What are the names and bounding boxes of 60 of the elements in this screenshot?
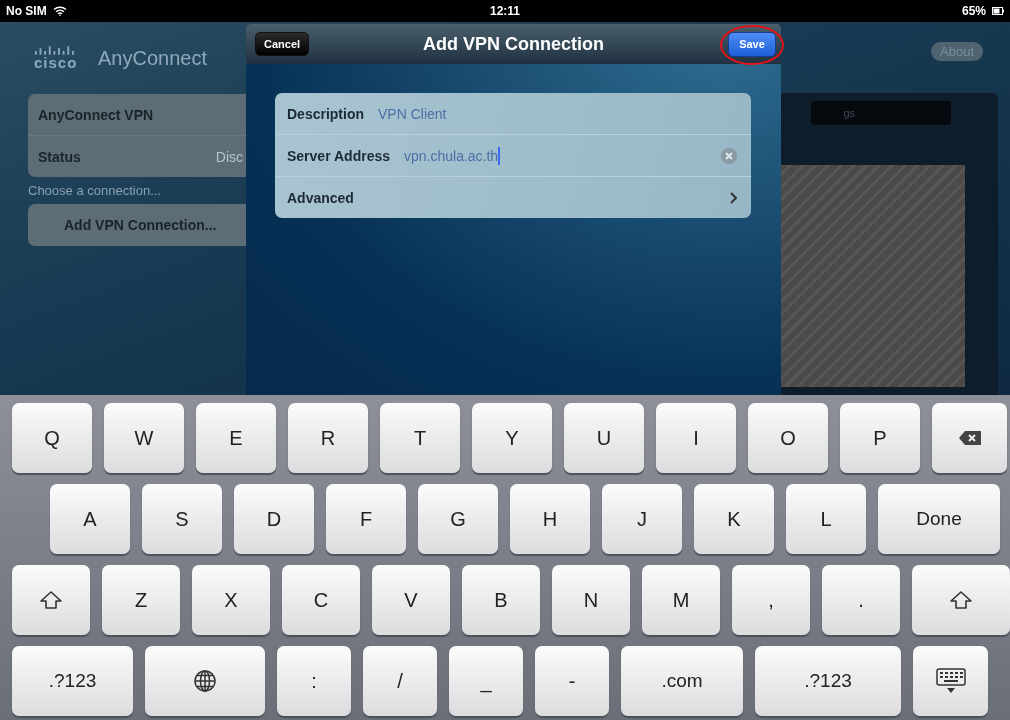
keyboard-key[interactable]: L: [786, 484, 866, 554]
keyboard-key[interactable]: .com: [621, 646, 743, 716]
keyboard-key[interactable]: M: [642, 565, 720, 635]
keyboard-key[interactable]: T: [380, 403, 460, 473]
keyboard-key[interactable]: Done: [878, 484, 1000, 554]
wifi-icon: [52, 6, 67, 16]
keyboard-key[interactable]: V: [372, 565, 450, 635]
clock-time: 12:11: [490, 4, 520, 18]
shift-icon[interactable]: [912, 565, 1010, 635]
backspace-icon[interactable]: [932, 403, 1007, 473]
keyboard-key[interactable]: R: [288, 403, 368, 473]
keyboard-key[interactable]: G: [418, 484, 498, 554]
battery-icon: [992, 7, 1004, 15]
keyboard-key[interactable]: I: [656, 403, 736, 473]
text-cursor: [498, 146, 501, 165]
keyboard-icon[interactable]: [913, 646, 988, 716]
section-hint: Choose a connection...: [28, 183, 162, 198]
keyboard-key[interactable]: P: [840, 403, 920, 473]
row-value: Disc: [215, 148, 244, 165]
row-label: Status: [38, 148, 81, 165]
keyboard-key[interactable]: Z: [102, 565, 180, 635]
globe-icon[interactable]: [145, 646, 265, 716]
keyboard-key[interactable]: U: [564, 403, 644, 473]
keyboard-key[interactable]: N: [552, 565, 630, 635]
keyboard-key[interactable]: K: [694, 484, 774, 554]
keyboard-key[interactable]: D: [234, 484, 314, 554]
keyboard-key[interactable]: .?123: [12, 646, 133, 716]
keyboard-key[interactable]: _: [449, 646, 523, 716]
keyboard-key[interactable]: F: [326, 484, 406, 554]
row-label: AnyConnect VPN: [38, 106, 154, 123]
keyboard-key[interactable]: W: [104, 403, 184, 473]
carrier-label: No SIM: [6, 4, 47, 18]
keyboard-key[interactable]: /: [363, 646, 437, 716]
keyboard-key[interactable]: O: [748, 403, 828, 473]
keyboard-key[interactable]: :: [277, 646, 351, 716]
battery-percent: 65%: [961, 4, 986, 18]
keyboard-key[interactable]: H: [510, 484, 590, 554]
keyboard-key[interactable]: .?123: [755, 646, 901, 716]
field-label: Server Address: [287, 147, 390, 164]
keyboard-key[interactable]: X: [192, 565, 270, 635]
shift-icon[interactable]: [12, 565, 90, 635]
field-label: Description: [287, 105, 364, 122]
keyboard-key[interactable]: ,: [732, 565, 810, 635]
keyboard-key[interactable]: Y: [472, 403, 552, 473]
save-button[interactable]: Save: [728, 31, 776, 57]
keyboard-key[interactable]: B: [462, 565, 540, 635]
keyboard-key[interactable]: -: [535, 646, 609, 716]
keyboard-key[interactable]: .: [822, 565, 900, 635]
dialog-title: Add VPN Connection: [423, 33, 604, 55]
keyboard-key[interactable]: A: [50, 484, 130, 554]
keyboard-key[interactable]: J: [602, 484, 682, 554]
field-label: Advanced: [287, 189, 354, 206]
keyboard-key[interactable]: S: [142, 484, 222, 554]
keyboard-key[interactable]: Q: [12, 403, 92, 473]
cisco-logo: cisco: [34, 46, 84, 74]
keyboard-key[interactable]: E: [196, 403, 276, 473]
chevron-right-icon[interactable]: [729, 191, 737, 204]
keyboard-key[interactable]: C: [282, 565, 360, 635]
cancel-button[interactable]: Cancel: [255, 32, 310, 56]
app-title: AnyConnect: [98, 47, 207, 71]
